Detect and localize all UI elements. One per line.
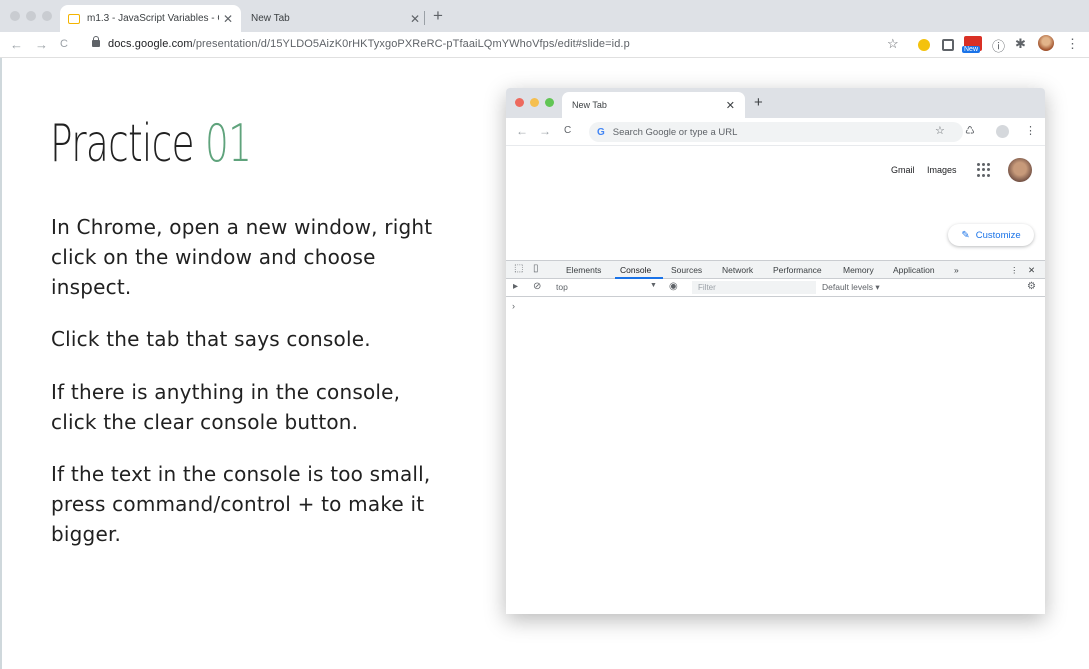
console-prompt: › — [512, 301, 515, 311]
inner-back-icon: ← — [516, 124, 528, 138]
customize-label: Customize — [975, 229, 1021, 241]
title-text: Practice — [50, 114, 205, 174]
gmail-link: Gmail — [891, 165, 915, 175]
address-bar[interactable]: docs.google.com/presentation/d/15YLDO5Ai… — [108, 38, 630, 50]
inner-tab-close-icon: ✕ — [725, 99, 735, 112]
url-path: /presentation/d/15YLDO5AizK0rHKTyxgoPXRe… — [192, 38, 630, 50]
menu-icon[interactable]: ⋮ — [1066, 36, 1079, 52]
console-filter-input: Filter — [692, 281, 816, 294]
slide-title: Practice 01 — [50, 114, 252, 174]
omnibox-placeholder: Search Google or type a URL — [612, 126, 738, 138]
inner-tabstrip: New Tab ✕ + — [506, 88, 1045, 118]
forward-button[interactable]: → — [35, 37, 48, 52]
devtools-menu-icon: ⋮ — [1010, 265, 1019, 275]
inner-new-tab-icon: + — [754, 94, 763, 111]
browser-tabstrip: m1.3 - JavaScript Variables - G ✕ New Ta… — [0, 0, 1089, 32]
inner-tab-new-tab: New Tab ✕ — [562, 92, 745, 118]
maximize-dot — [545, 98, 554, 107]
clear-console-icon: ⊘ — [533, 281, 542, 292]
tab-title: New Tab — [251, 13, 290, 24]
title-number: 01 — [204, 114, 252, 174]
devtools-panel: ⬚ ▯ Elements Console Sources Network Per… — [506, 260, 1045, 614]
inner-profile-icon — [996, 125, 1009, 138]
inner-browser-window: New Tab ✕ + ← → C G Search Google or typ… — [506, 88, 1045, 614]
inner-toolbar: ← → C G Search Google or type a URL ☆ ♺ … — [506, 118, 1045, 146]
browser-toolbar: ← → C docs.google.com/presentation/d/15Y… — [0, 32, 1089, 58]
devtools-tabbar: ⬚ ▯ Elements Console Sources Network Per… — [506, 261, 1045, 279]
extension-icon[interactable] — [942, 39, 954, 51]
tab-close-icon[interactable]: ✕ — [223, 12, 233, 26]
tab-slides[interactable]: m1.3 - JavaScript Variables - G ✕ — [60, 5, 241, 32]
instruction-paragraph: Click the tab that says console. — [51, 327, 371, 351]
console-sidebar-icon: ▸ — [513, 281, 519, 292]
devtools-more-tabs-icon: » — [954, 265, 959, 275]
context-caret-icon: ▼ — [650, 282, 657, 289]
devtools-tab-application: Application — [893, 265, 935, 275]
console-settings-gear-icon: ⚙ — [1027, 281, 1036, 292]
minimize-dot — [530, 98, 539, 107]
window-minimize-dot[interactable] — [26, 11, 36, 21]
url-host: docs.google.com — [108, 38, 193, 50]
customize-button: ✎ Customize — [948, 224, 1034, 246]
puzzle-icon[interactable]: ✱ — [1015, 36, 1026, 52]
images-link: Images — [927, 165, 957, 175]
new-tab-button[interactable]: + — [433, 6, 443, 26]
new-tab-page: Gmail Images ✎ Customize — [506, 146, 1045, 260]
devtools-close-icon: ✕ — [1028, 265, 1036, 275]
inner-reload-icon: C — [564, 125, 572, 136]
inspect-element-icon: ⬚ — [514, 263, 524, 274]
extension-icon[interactable] — [918, 39, 930, 51]
devtools-tab-network: Network — [722, 265, 754, 275]
tab-close-icon[interactable]: ✕ — [410, 12, 420, 26]
google-g-icon: G — [597, 126, 605, 138]
new-badge: New — [962, 46, 981, 53]
devtools-tab-memory: Memory — [843, 265, 874, 275]
pencil-icon: ✎ — [961, 229, 970, 241]
inner-avatar — [1008, 158, 1032, 182]
devtools-tab-performance: Performance — [773, 265, 822, 275]
window-close-dot[interactable] — [10, 11, 20, 21]
tab-separator — [424, 11, 425, 25]
log-levels-dropdown: Default levels ▾ — [822, 282, 880, 292]
instruction-paragraph: If the text in the console is too small,… — [51, 462, 431, 546]
eye-icon: ◉ — [669, 281, 678, 292]
info-icon[interactable]: ⓘ — [992, 36, 1005, 55]
devtools-tab-console: Console — [620, 265, 652, 275]
inner-menu-icon: ⋮ — [1025, 125, 1036, 137]
close-dot — [515, 98, 524, 107]
inner-forward-icon: → — [539, 124, 551, 138]
tab-new-tab[interactable]: New Tab ✕ — [243, 5, 428, 32]
context-selector: top — [556, 282, 568, 292]
apps-grid-icon — [977, 163, 991, 177]
inner-omnibox: G Search Google or type a URL — [589, 122, 963, 142]
profile-avatar[interactable] — [1038, 35, 1054, 51]
lock-icon[interactable] — [92, 36, 100, 47]
back-button[interactable]: ← — [10, 37, 23, 52]
slides-icon — [68, 13, 80, 24]
inner-tab-title: New Tab — [572, 100, 607, 110]
bookmark-star-icon[interactable]: ☆ — [887, 36, 899, 52]
inner-star-icon: ☆ — [935, 125, 945, 137]
inner-recycle-icon: ♺ — [965, 125, 975, 137]
reload-button[interactable]: C — [60, 38, 68, 50]
device-toolbar-icon: ▯ — [533, 263, 539, 274]
window-maximize-dot[interactable] — [42, 11, 52, 21]
devtools-tab-sources: Sources — [671, 265, 703, 275]
instruction-paragraph: If there is anything in the console, cli… — [51, 380, 401, 434]
tab-title: m1.3 - JavaScript Variables - G — [87, 13, 219, 24]
console-toolbar: ▸ ⊘ top ▼ ◉ Filter Default levels ▾ ⚙ — [506, 279, 1045, 297]
devtools-tab-elements: Elements — [566, 265, 602, 275]
instruction-paragraph: In Chrome, open a new window, right clic… — [51, 215, 433, 299]
